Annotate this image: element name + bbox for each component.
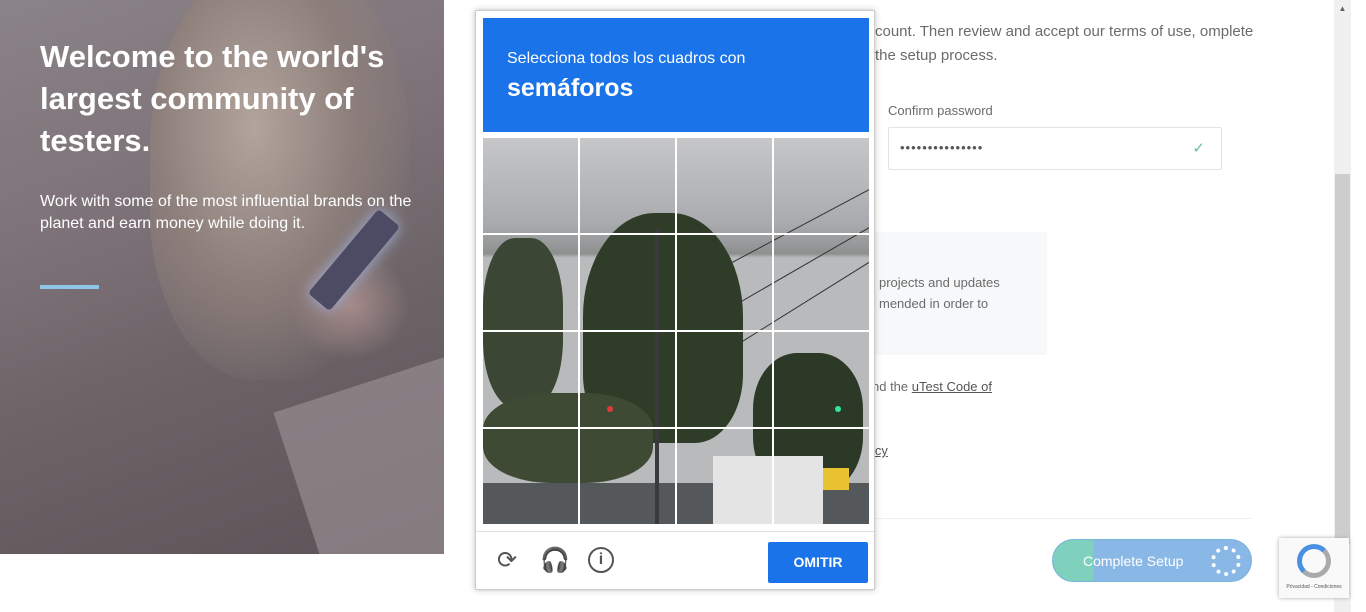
grid-line bbox=[483, 427, 869, 429]
hero-panel: Welcome to the world's largest community… bbox=[0, 0, 444, 554]
recaptcha-badge-text: Privacidad - Condiciones bbox=[1286, 584, 1342, 590]
captcha-header: Selecciona todos los cuadros con semáfor… bbox=[483, 18, 869, 132]
form-divider bbox=[872, 518, 1252, 519]
grid-line bbox=[483, 233, 869, 235]
skip-button[interactable]: OMITIR bbox=[768, 542, 868, 583]
hero-title: Welcome to the world's largest community… bbox=[40, 39, 385, 158]
scroll-up-arrow-icon[interactable]: ▲ bbox=[1334, 0, 1351, 17]
captcha-grid-lines bbox=[483, 138, 869, 524]
headphones-icon[interactable]: 🎧 bbox=[540, 547, 570, 575]
grid-line bbox=[483, 330, 869, 332]
captcha-footer-divider bbox=[476, 531, 874, 532]
hero-photo-shirt bbox=[273, 357, 444, 554]
loading-spinner-icon bbox=[1211, 546, 1241, 576]
recaptcha-badge[interactable]: Privacidad - Condiciones bbox=[1279, 538, 1349, 598]
hero-subtitle: Work with some of the most influential b… bbox=[40, 193, 412, 232]
notice-text: projects and updates mended in order to bbox=[879, 275, 1000, 311]
reload-icon[interactable]: ⟳ bbox=[493, 547, 521, 575]
complete-setup-button[interactable]: Complete Setup bbox=[1052, 539, 1252, 582]
captcha-instruction: Selecciona todos los cuadros con bbox=[507, 50, 746, 67]
captcha-keyword: semáforos bbox=[507, 74, 634, 102]
notice-box: projects and updates mended in order to bbox=[872, 232, 1047, 355]
scroll-thumb[interactable] bbox=[1335, 174, 1350, 544]
captcha-dialog: Selecciona todos los cuadros con semáfor… bbox=[475, 10, 875, 590]
captcha-image-grid bbox=[483, 138, 869, 524]
confirm-password-field[interactable]: ••••••••••••••• ✓ bbox=[888, 127, 1222, 170]
info-icon[interactable]: i bbox=[588, 547, 614, 573]
page-scrollbar[interactable]: ▲ bbox=[1334, 0, 1351, 612]
setup-intro-text: count. Then review and accept our terms … bbox=[875, 23, 1254, 64]
check-icon: ✓ bbox=[1192, 140, 1205, 157]
confirm-password-value: ••••••••••••••• bbox=[900, 140, 984, 155]
hero-accent-rule bbox=[40, 285, 99, 289]
terms-line: nd the uTest Code of bbox=[872, 379, 992, 394]
complete-setup-label: Complete Setup bbox=[1083, 553, 1184, 569]
terms-prefix: nd the bbox=[872, 379, 912, 394]
confirm-password-label: Confirm password bbox=[888, 103, 993, 118]
recaptcha-logo-icon bbox=[1297, 544, 1331, 578]
code-of-conduct-link[interactable]: uTest Code of bbox=[912, 379, 992, 394]
